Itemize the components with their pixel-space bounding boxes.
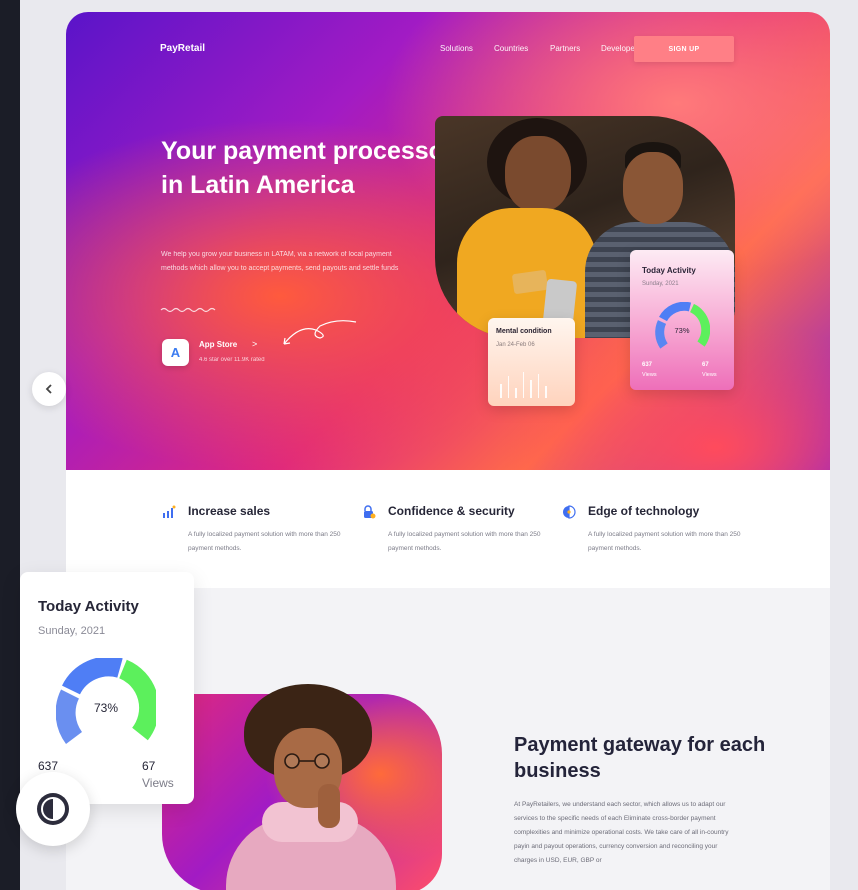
today-activity-card-small: Today Activity Sunday, 2021 73% 637 67 V… xyxy=(630,250,734,390)
mental-bars xyxy=(500,370,566,398)
views-right-label: Views xyxy=(142,776,174,790)
feature-title: Edge of technology xyxy=(588,504,700,518)
views-right-value: 67 xyxy=(142,759,156,773)
hero-headline: Your payment processor in Latin America xyxy=(161,137,454,199)
app-store-icon[interactable]: A xyxy=(162,339,189,366)
nav-partners[interactable]: Partners xyxy=(550,44,580,53)
background-edge xyxy=(0,0,20,890)
feature-desc: A fully localized payment solution with … xyxy=(188,531,341,552)
mental-bar xyxy=(507,376,509,398)
hero-section: PayRetail Solutions Countries Partners D… xyxy=(66,12,830,470)
woman-photo-hand xyxy=(318,784,340,828)
mental-bar xyxy=(515,388,517,398)
views-right-label: Views xyxy=(702,372,717,378)
nav-countries[interactable]: Countries xyxy=(494,44,528,53)
arrow-swirl-decoration xyxy=(283,320,357,345)
views-right-value: 67 xyxy=(702,362,709,368)
squiggle-decoration xyxy=(160,307,216,313)
mental-bar xyxy=(530,380,532,398)
app-store-link[interactable]: App Store xyxy=(199,340,237,349)
hero-subtext: We help you grow your business in LATAM,… xyxy=(161,251,399,272)
gateway-text: At PayRetailers, we understand each sect… xyxy=(514,801,729,864)
mental-card-date: Jan 24-Feb 06 xyxy=(496,342,535,348)
activity-donut-chart: 73% xyxy=(56,658,156,745)
activity-date: Sunday, 2021 xyxy=(38,625,106,637)
activity-donut-chart: 73% xyxy=(655,302,710,349)
feature-title: Increase sales xyxy=(188,504,271,518)
chevron-right-icon[interactable]: > xyxy=(252,339,257,349)
brand-logo[interactable]: PayRetail xyxy=(160,43,205,54)
chip-icon xyxy=(563,505,576,519)
views-left-label: Views xyxy=(642,372,657,378)
mental-card-title: Mental condition xyxy=(496,328,552,335)
gateway-title: Payment gateway for each business xyxy=(514,734,766,782)
activity-title: Today Activity xyxy=(642,266,696,275)
mental-condition-card: Mental condition Jan 24-Feb 06 xyxy=(488,318,575,406)
donut-percent: 73% xyxy=(674,326,689,335)
views-left-value: 637 xyxy=(642,362,653,368)
glasses xyxy=(284,753,330,769)
features-section: Increase sales A fully localized payment… xyxy=(66,470,830,588)
views-left-value: 637 xyxy=(38,759,59,773)
mental-bar xyxy=(500,384,502,398)
signup-button[interactable]: SIGN UP xyxy=(634,36,734,62)
chevron-left-icon[interactable] xyxy=(32,372,66,406)
today-activity-card: Today Activity Sunday, 2021 73% 637 67 V… xyxy=(20,572,194,804)
chart-icon xyxy=(163,505,176,518)
mental-bar xyxy=(537,374,539,398)
mental-bar xyxy=(522,372,524,398)
mental-bar xyxy=(545,386,547,398)
activity-date: Sunday, 2021 xyxy=(642,281,679,287)
activity-title: Today Activity xyxy=(38,598,139,615)
donut-percent: 73% xyxy=(94,701,118,715)
app-store-rating: 4.6 star over 11.9K rated xyxy=(199,357,265,363)
feature-title: Confidence & security xyxy=(388,504,515,518)
lock-icon xyxy=(364,505,376,519)
woman-photo-scarf xyxy=(262,802,358,842)
nav-solutions[interactable]: Solutions xyxy=(440,44,473,53)
feature-desc: A fully localized payment solution with … xyxy=(588,531,741,552)
feature-desc: A fully localized payment solution with … xyxy=(388,531,541,552)
contrast-icon[interactable] xyxy=(16,772,90,846)
